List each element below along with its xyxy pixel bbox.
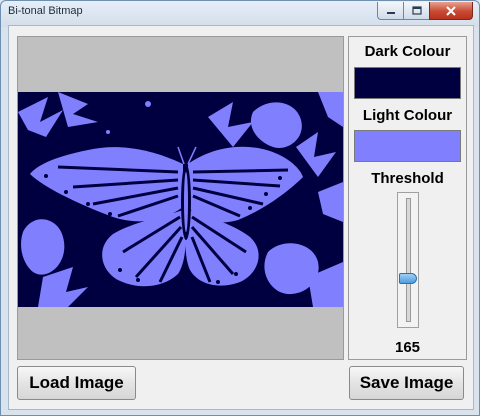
minimize-icon [386,11,395,14]
client-area: Dark Colour Light Colour Threshold 165 L… [8,25,474,410]
maximize-button[interactable] [403,2,429,20]
butterfly-bitmap [18,92,343,307]
dark-colour-label: Dark Colour [364,43,451,60]
slider-thumb[interactable] [399,272,417,284]
close-button[interactable] [429,2,473,20]
light-colour-swatch[interactable] [354,130,461,162]
settings-panel: Dark Colour Light Colour Threshold 165 [348,36,467,360]
window-title: Bi-tonal Bitmap [8,5,83,17]
app-window: Bi-tonal Bitmap Dark Colour Light Colour… [0,0,480,416]
maximize-icon [411,6,422,15]
save-image-button[interactable]: Save Image [349,366,464,400]
close-icon [446,5,456,16]
load-image-button[interactable]: Load Image [17,366,136,400]
threshold-value: 165 [394,339,421,356]
minimize-button[interactable] [377,2,403,20]
threshold-slider[interactable] [397,192,419,328]
caption-buttons [377,2,473,20]
slider-groove [406,198,411,322]
title-bar[interactable]: Bi-tonal Bitmap [1,1,479,25]
dark-colour-swatch[interactable] [354,67,461,99]
light-colour-label: Light Colour [362,107,453,124]
threshold-label: Threshold [371,170,444,187]
butterfly-image [18,92,343,307]
image-panel [17,36,344,360]
